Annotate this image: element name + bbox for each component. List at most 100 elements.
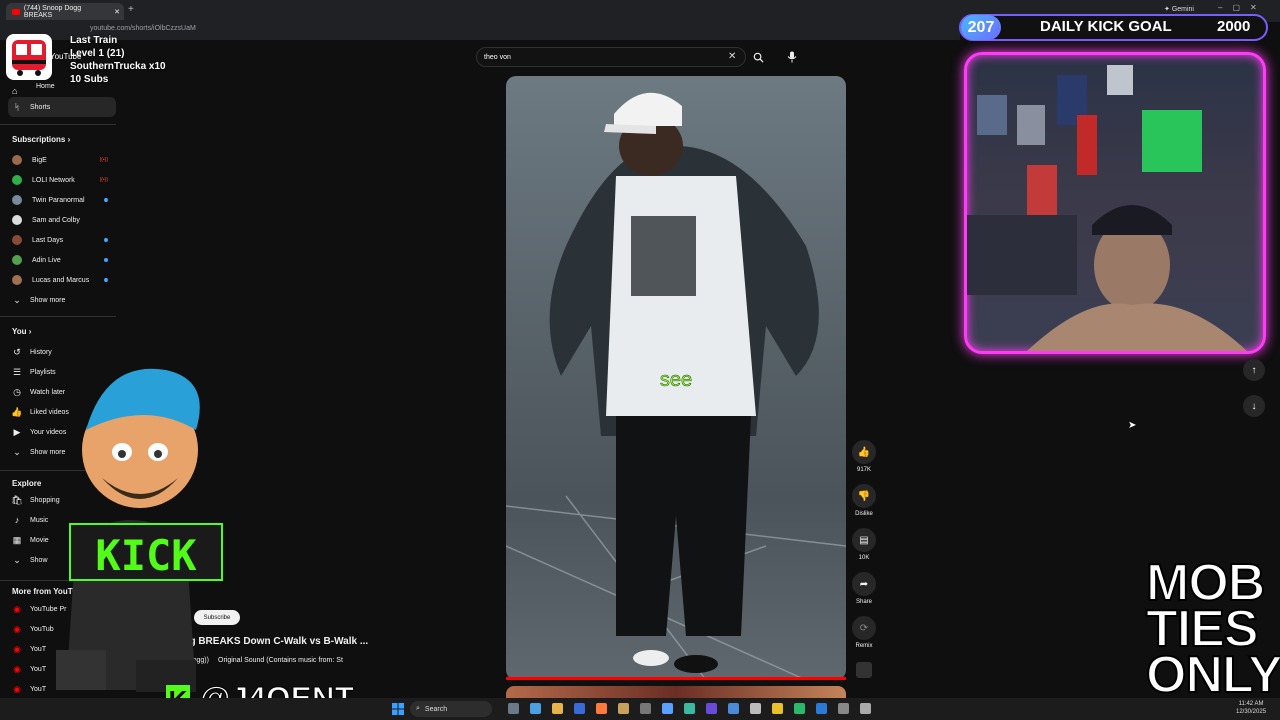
sound-thumbnail-icon[interactable] <box>856 662 872 678</box>
tab-close-icon[interactable]: ✕ <box>114 8 120 16</box>
new-content-dot-icon <box>104 198 108 202</box>
sidebar-item-shorts[interactable]: ᛋ Shorts <box>8 97 116 117</box>
subscription-item[interactable]: Lucas and Marcus <box>8 270 116 290</box>
home-icon: ⌂ <box>12 86 18 96</box>
taskbar-app-icon[interactable] <box>750 703 761 714</box>
subscription-item[interactable]: Last Days <box>8 230 116 250</box>
new-content-dot-icon <box>104 278 108 282</box>
taskbar-clock[interactable]: 11:42 AM 12/30/2025 <box>1236 700 1266 716</box>
train-icon <box>6 34 52 80</box>
search-icon: ⌕ <box>416 705 420 712</box>
video-sound-info[interactable]: Original Sound (Contains music from: St <box>218 657 343 664</box>
chevron-down-icon: ⌄ <box>13 446 21 457</box>
youtube-product-icon: ◉ <box>13 603 21 614</box>
taskbar-search[interactable]: ⌕ Search <box>410 701 492 717</box>
taskbar-app-icon[interactable] <box>662 703 673 714</box>
subscription-item[interactable]: Twin Paranormal <box>8 190 116 210</box>
browser-tab[interactable]: (744) Snoop Dogg BREAKS ✕ <box>6 3 124 20</box>
taskbar-app-icon[interactable] <box>772 703 783 714</box>
taskbar-date: 12/30/2025 <box>1236 709 1267 715</box>
chevron-down-icon: ⌄ <box>13 294 21 305</box>
subscription-item[interactable]: LOLI Network ((•)) <box>8 170 116 190</box>
comment-count: 10K <box>858 555 870 561</box>
previous-short-button[interactable]: ↑ <box>1243 359 1265 381</box>
clear-search-icon[interactable]: ✕ <box>728 51 736 62</box>
channel-avatar <box>12 195 22 205</box>
next-short-button[interactable]: ↓ <box>1243 395 1265 417</box>
channel-avatar <box>12 175 22 185</box>
remix-icon: ⟳ <box>859 622 869 634</box>
subscription-item[interactable]: Sam and Colby <box>8 210 116 230</box>
new-content-dot-icon <box>104 258 108 262</box>
taskbar-app-icon[interactable] <box>618 703 629 714</box>
taskbar-app-icon[interactable] <box>596 703 607 714</box>
thumbs-down-icon: 👎 <box>857 490 871 502</box>
taskbar-time: 11:42 AM <box>1238 701 1264 707</box>
share-button[interactable]: ➦ <box>852 572 876 596</box>
microphone-icon <box>787 51 797 63</box>
taskbar-app-icon[interactable] <box>728 703 739 714</box>
subscription-label: Last Days <box>32 236 64 244</box>
mascot-overlay: KICK <box>36 360 226 700</box>
taskbar-app-icon[interactable] <box>640 703 651 714</box>
goal-current: 207 <box>961 15 1001 40</box>
you-heading[interactable]: You › <box>12 327 31 336</box>
last-train-subs: 10 Subs <box>70 74 109 85</box>
comments-button[interactable]: ▤ <box>852 528 876 552</box>
channel-avatar <box>12 215 22 225</box>
gemini-button[interactable]: ✦ Gemini <box>1164 5 1194 13</box>
video-progress-bar[interactable] <box>506 677 846 680</box>
last-train-user: SouthernTrucka x10 <box>70 61 166 72</box>
playlists-icon: ☰ <box>12 366 22 377</box>
sidebar-item-home[interactable]: Home <box>36 83 55 90</box>
taskbar-app-icon[interactable] <box>552 703 563 714</box>
show-more-label: Show more <box>30 296 66 304</box>
youtube-product-icon: ◉ <box>13 623 21 634</box>
clock-icon: ◷ <box>13 386 21 397</box>
remix-label: Remix <box>855 643 873 649</box>
search-input[interactable]: theo von <box>476 47 746 67</box>
window-controls[interactable]: –▢✕ <box>1218 3 1267 12</box>
like-count: 917K <box>856 467 871 473</box>
subscription-label: BigE <box>32 156 47 164</box>
voice-search-button[interactable] <box>782 47 802 67</box>
taskbar-app-icon[interactable] <box>838 703 849 714</box>
dislike-button[interactable]: 👎 <box>852 484 876 508</box>
taskbar-app-icon[interactable] <box>860 703 871 714</box>
windows-start-icon[interactable] <box>392 702 404 715</box>
sidebar-item-label: History <box>30 348 52 356</box>
taskbar-app-icon[interactable] <box>574 703 585 714</box>
arrow-up-icon: ↑ <box>1251 364 1257 376</box>
subscription-item[interactable]: BigE ((•)) <box>8 150 116 170</box>
new-content-dot-icon <box>104 238 108 242</box>
live-indicator-icon: ((•)) <box>99 157 108 163</box>
goal-title: DAILY KICK GOAL <box>1040 18 1172 35</box>
sidebar-divider <box>0 316 116 317</box>
sidebar-item-you[interactable]: ↺ History <box>8 342 116 362</box>
subscriptions-heading[interactable]: Subscriptions › <box>12 135 70 144</box>
goal-target: 2000 <box>1217 18 1251 35</box>
shopping-icon: 🛍 <box>11 494 23 505</box>
new-tab-button[interactable]: + <box>128 4 134 15</box>
tab-title: (744) Snoop Dogg BREAKS <box>23 4 82 19</box>
youtube-favicon-icon <box>12 8 20 15</box>
taskbar-app-icon[interactable] <box>508 703 519 714</box>
taskbar-app-icon[interactable] <box>530 703 541 714</box>
address-bar[interactable]: youtube.com/shorts/iOlbCzzsUaM <box>90 25 196 32</box>
like-button[interactable]: 👍 <box>852 440 876 464</box>
show-more-button[interactable]: ⌄ Show more <box>8 290 116 310</box>
taskbar-app-icon[interactable] <box>816 703 827 714</box>
search-button[interactable] <box>748 47 768 67</box>
remix-button[interactable]: ⟳ <box>852 616 876 640</box>
arrow-down-icon: ↓ <box>1251 400 1257 412</box>
chevron-down-icon: ⌄ <box>13 554 21 565</box>
dislike-label: Dislike <box>855 511 873 517</box>
taskbar-app-icon[interactable] <box>684 703 695 714</box>
taskbar-app-icon[interactable] <box>706 703 717 714</box>
channel-avatar <box>12 275 22 285</box>
subscription-item[interactable]: Adin Live <box>8 250 116 270</box>
youtube-logo-text[interactable]: YouTube <box>50 52 81 61</box>
sidebar-divider <box>0 124 116 125</box>
taskbar-app-icon[interactable] <box>794 703 805 714</box>
live-indicator-icon: ((•)) <box>99 177 108 183</box>
